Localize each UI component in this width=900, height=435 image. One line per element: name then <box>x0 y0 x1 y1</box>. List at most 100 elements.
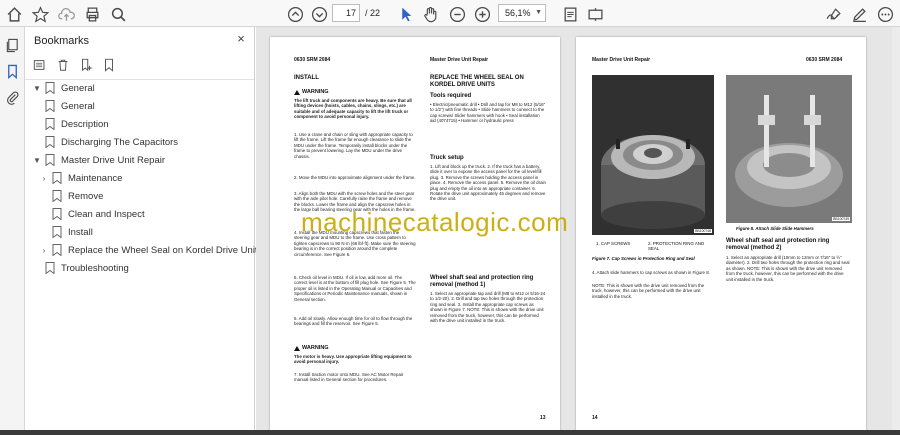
pencil-icon[interactable] <box>849 4 869 24</box>
zoom-in-icon[interactable] <box>472 4 492 24</box>
chevron-down-icon[interactable]: ▼ <box>32 84 42 93</box>
callout-cap-screws: 1. CAP SCREWS <box>596 241 631 246</box>
method-2-steps: 1. Select an appropriate drill (10mm to … <box>726 255 850 282</box>
warning-icon <box>294 89 300 95</box>
warning-text: The lift truck and components are heavy.… <box>294 98 412 120</box>
bookmark-label: Replace the Wheel Seal on Kordel Drive U… <box>68 244 263 256</box>
bookmark-label: General <box>61 82 95 94</box>
install-step-7: 7. Install traction motor onto MDU. See … <box>294 372 404 383</box>
bookmarks-title: Bookmarks <box>34 35 90 47</box>
bookmarks-toolbar <box>33 57 116 73</box>
bookmarks-panel-icon[interactable] <box>4 63 21 80</box>
navigation-strip <box>0 27 25 435</box>
tools-required-heading: Tools required <box>430 93 472 99</box>
options-menu-icon[interactable] <box>33 58 47 72</box>
new-bookmark-icon[interactable] <box>79 58 93 72</box>
bookmark-label: General <box>61 100 95 112</box>
sign-icon[interactable] <box>823 4 843 24</box>
delete-bookmark-icon[interactable] <box>56 58 70 72</box>
bookmark-item-maintenance[interactable]: › Maintenance <box>39 170 122 186</box>
close-icon[interactable]: × <box>233 31 249 46</box>
install-step-6: 6. Add oil slowly. Allow enough time for… <box>294 316 413 327</box>
page-header-right: Master Drive Unit Repair <box>430 57 489 63</box>
truck-setup-steps: 1. Lift and block up the truck. 2. If th… <box>430 164 546 202</box>
note-text: NOTE: This is shown with the drive unit … <box>592 283 705 299</box>
cloud-upload-icon[interactable] <box>56 4 76 24</box>
bookmarks-panel: Bookmarks × ▼ General General Descriptio… <box>25 27 262 430</box>
chevron-right-icon[interactable]: › <box>39 174 49 183</box>
bookmark-item-discharging[interactable]: Discharging The Capacitors <box>45 134 178 150</box>
callout-protection-ring: 2. PROTECTION RING AND SEAL <box>648 241 705 251</box>
bookmark-icon <box>45 100 55 113</box>
bookmark-item-remove[interactable]: Remove <box>52 188 103 204</box>
bookmark-properties-icon[interactable] <box>102 58 116 72</box>
figure-8-caption: Figure 8. Attach Slide Slide Hammers <box>736 226 814 231</box>
install-step-5: 5. Check oil level in MDU. If oil is low… <box>294 275 416 302</box>
bookmark-icon <box>45 136 55 149</box>
slide-hammer-illustration <box>726 75 852 223</box>
install-heading: INSTALL <box>294 75 319 81</box>
install-step-1: 1. Use a crane and chain or sling with a… <box>294 132 413 159</box>
bookmark-icon <box>52 190 62 203</box>
warning-heading: WARNING <box>294 345 329 351</box>
bookmark-icon <box>52 172 62 185</box>
chevron-down-icon[interactable]: ▼ <box>32 156 42 165</box>
bookmark-item-general-sub[interactable]: General <box>45 98 95 114</box>
page-header-left: 0630 SRM 2084 <box>294 57 331 63</box>
figure-8-photo: BB100749 <box>726 75 852 223</box>
figure-id: BB100748 <box>694 229 712 233</box>
page-number: 13 <box>540 415 546 421</box>
drive-unit-illustration <box>592 75 714 235</box>
bookmark-item-install[interactable]: Install <box>52 224 93 240</box>
page-thumbnails-icon[interactable] <box>4 37 21 54</box>
bookmark-icon <box>52 208 62 221</box>
scroll-mode-icon[interactable] <box>585 4 605 24</box>
bookmark-label: Description <box>61 118 109 130</box>
bookmark-label: Master Drive Unit Repair <box>61 154 165 166</box>
method-1-heading: Wheel shaft seal and protection ring rem… <box>430 275 534 288</box>
next-page-icon[interactable] <box>309 4 329 24</box>
bookmark-item-master-drive[interactable]: ▼ Master Drive Unit Repair <box>32 152 165 168</box>
bookmark-item-clean-inspect[interactable]: Clean and Inspect <box>52 206 145 222</box>
bookmark-item-general[interactable]: ▼ General <box>32 80 95 96</box>
truck-setup-heading: Truck setup <box>430 155 464 161</box>
print-icon[interactable] <box>82 4 102 24</box>
select-cursor-icon[interactable] <box>396 4 416 24</box>
document-viewer[interactable]: 0630 SRM 2084 Master Drive Unit Repair I… <box>256 27 900 430</box>
warning-heading: WARNING <box>294 89 329 95</box>
document-page-14: Master Drive Unit Repair 0630 SRM 2084 B… <box>576 37 866 430</box>
figure-7-photo: BB100748 <box>592 75 714 235</box>
bookmark-icon <box>45 82 55 95</box>
more-options-icon[interactable] <box>875 4 895 24</box>
method-2-heading: Wheel shaft seal and protection ring rem… <box>726 238 830 251</box>
warning-icon <box>294 345 300 351</box>
home-icon[interactable] <box>4 4 24 24</box>
bookmark-item-troubleshooting[interactable]: Troubleshooting <box>45 260 129 276</box>
prev-page-icon[interactable] <box>285 4 305 24</box>
vertical-scrollbar[interactable] <box>892 27 900 430</box>
hand-tool-icon[interactable] <box>420 4 440 24</box>
bookmark-label: Troubleshooting <box>61 262 129 274</box>
toolbar: 17 / 22 56,1% ▼ <box>0 0 900 27</box>
search-icon[interactable] <box>108 4 128 24</box>
attachment-icon[interactable] <box>4 89 21 106</box>
zoom-value: 56,1% <box>505 8 531 18</box>
bookmark-icon <box>45 118 55 131</box>
zoom-select[interactable]: 56,1% ▼ <box>498 4 546 22</box>
page-header-left: Master Drive Unit Repair <box>592 57 651 63</box>
page-header-right: 0630 SRM 2084 <box>806 57 843 63</box>
watermark: machinecatalogic.com <box>301 207 569 237</box>
bookmark-label: Clean and Inspect <box>68 208 145 220</box>
bookmark-label: Maintenance <box>68 172 123 184</box>
method-1-steps: 1. Select an appropriate tap and drill (… <box>430 291 546 324</box>
page-number-input[interactable]: 17 <box>332 4 360 22</box>
bookmark-item-description[interactable]: Description <box>45 116 109 132</box>
fit-page-icon[interactable] <box>560 4 580 24</box>
step-4-text: 4. Attach slide hammers to cap screws as… <box>592 270 710 275</box>
star-icon[interactable] <box>30 4 50 24</box>
chevron-right-icon[interactable]: › <box>39 246 49 255</box>
zoom-out-icon[interactable] <box>447 4 467 24</box>
bookmark-icon <box>45 154 55 167</box>
warning-text: The motor is heavy. Use appropriate lift… <box>294 354 412 365</box>
bookmark-item-replace-wheel-seal[interactable]: › Replace the Wheel Seal on Kordel Drive… <box>39 242 262 258</box>
